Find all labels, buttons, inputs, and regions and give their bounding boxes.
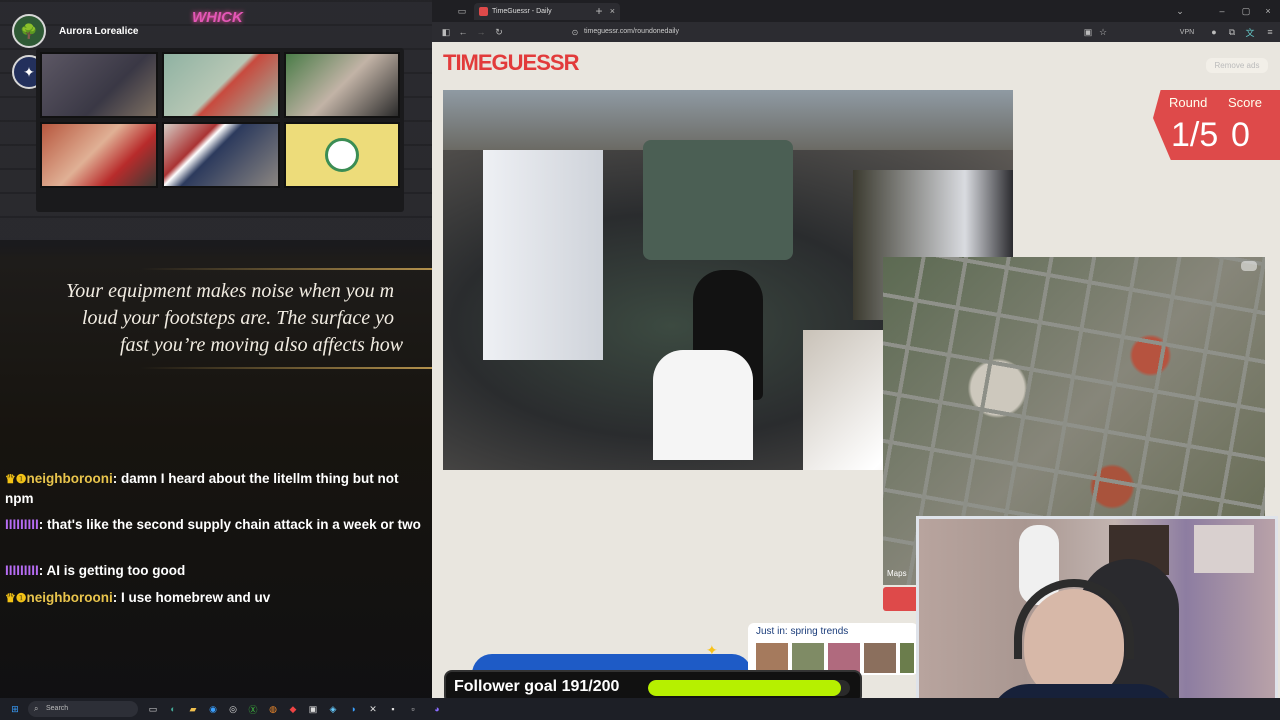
firefox-icon[interactable]: ◍ xyxy=(264,700,282,718)
url-field[interactable]: timeguessr.com/roundonedaily xyxy=(584,25,679,39)
app-icon[interactable]: ◑ xyxy=(344,700,362,718)
quote-line-1: Your equipment makes noise when you m xyxy=(66,280,395,302)
timeguessr-logo[interactable]: TIMEGUESSR xyxy=(443,50,579,76)
extensions-icon[interactable]: ⧉ xyxy=(1226,26,1238,38)
crown-badge-icon: ♛❶ xyxy=(5,591,27,605)
vpn-button[interactable]: VPN xyxy=(1172,26,1202,38)
ad-thumb[interactable] xyxy=(792,643,824,673)
camera-grid xyxy=(36,48,404,212)
follower-goal-track xyxy=(648,680,850,696)
score-value: 0 xyxy=(1231,116,1250,154)
username-aurora: Aurora Lorealice xyxy=(59,26,139,37)
chat-username: neighborooni xyxy=(26,590,113,605)
windows-start-icon[interactable]: ⊞ xyxy=(6,700,24,718)
app-icon[interactable]: ✕ xyxy=(364,700,382,718)
profile-icon[interactable]: ● xyxy=(1208,26,1220,38)
chat-username: IIIIIIIII xyxy=(5,563,39,578)
new-tab-icon[interactable]: + xyxy=(592,3,606,19)
quote-divider-bottom xyxy=(140,367,432,369)
poster xyxy=(1194,525,1254,573)
browser-titlebar: ▭ TimeGuessr - Daily × + ⌄ – ▢ × xyxy=(432,0,1280,22)
map-attribution: Maps xyxy=(887,569,907,578)
follower-goal-label: Follower goal 191/200 xyxy=(454,678,620,695)
loading-tip-quote: Your equipment makes noise when you m lo… xyxy=(0,278,432,368)
close-tab-icon[interactable]: × xyxy=(610,3,615,20)
reload-icon[interactable]: ↻ xyxy=(493,26,505,38)
ad-thumb[interactable] xyxy=(828,643,860,673)
close-window-icon[interactable]: × xyxy=(1262,4,1274,18)
ad-headline: Just in: spring trends xyxy=(756,626,849,637)
forward-arrow-icon[interactable]: → xyxy=(475,26,487,38)
address-bar-row: ◧ ← → ↻ ⊙ timeguessr.com/roundonedaily ▣… xyxy=(432,22,1280,42)
sidebar-toggle-icon[interactable]: ◧ xyxy=(440,26,452,38)
search-icon: ⌕ xyxy=(34,704,39,713)
app-icon[interactable]: ▪ xyxy=(384,700,402,718)
quote-divider-top xyxy=(140,268,432,270)
ad-card[interactable]: Just in: spring trends xyxy=(748,623,918,675)
camera-tile-1 xyxy=(40,52,158,118)
ad-thumb[interactable] xyxy=(864,643,896,673)
quote-line-3: fast you’re moving also affects how xyxy=(120,334,404,356)
chat-username: neighborooni xyxy=(26,471,113,486)
ad-thumb[interactable] xyxy=(756,643,788,673)
crown-badge-icon: ♛❶ xyxy=(5,472,27,486)
xbox-icon[interactable]: Ⓧ xyxy=(244,700,262,718)
screenshot-icon[interactable]: ▣ xyxy=(1082,26,1094,38)
chat-message: ♛❶neighborooni: damn I heard about the l… xyxy=(5,471,399,506)
camera-tile-3 xyxy=(284,52,400,118)
round-label: Round xyxy=(1169,95,1208,110)
camera-tile-4 xyxy=(40,122,158,188)
streamer-webcam xyxy=(916,516,1278,718)
ad-thumb[interactable] xyxy=(900,643,914,673)
minimize-icon[interactable]: – xyxy=(1216,4,1228,18)
camera-tile-2 xyxy=(162,52,280,118)
chat-username: IIIIIIIII xyxy=(5,517,39,532)
tab-title: TimeGuessr - Daily xyxy=(492,8,552,15)
steam-icon[interactable]: ◎ xyxy=(224,700,242,718)
taskbar-search-text: Search xyxy=(46,705,69,712)
chat-text: AI is getting too good xyxy=(43,563,186,578)
chat-message: IIIIIIIII: AI is getting too good xyxy=(5,563,186,578)
edge-icon[interactable]: ◉ xyxy=(204,700,222,718)
sparkle-icon: ✦ xyxy=(706,642,718,658)
taskbar-search[interactable]: ⌕ Search xyxy=(28,701,138,717)
back-arrow-icon[interactable]: ← xyxy=(457,26,469,38)
map-layer-icon[interactable] xyxy=(1241,261,1257,271)
file-explorer-icon[interactable]: ▰ xyxy=(184,700,202,718)
vpn-label: VPN xyxy=(1179,28,1195,36)
app-icon[interactable]: ▫ xyxy=(404,700,422,718)
app-icon[interactable]: ◈ xyxy=(324,700,342,718)
favicon-icon xyxy=(479,7,488,16)
round-value: 1/5 xyxy=(1171,116,1219,154)
app-icon[interactable]: ◕ xyxy=(428,700,446,718)
menu-icon[interactable]: ≡ xyxy=(1264,26,1276,38)
guess-button[interactable] xyxy=(883,587,919,611)
score-label: Score xyxy=(1228,95,1262,110)
chat-message: ♛❶neighborooni: I use homebrew and uv xyxy=(5,588,425,608)
chat-message: IIIIIIIII: that's like the second supply… xyxy=(5,517,421,532)
channel-logo: WHICK xyxy=(192,9,243,26)
snake-logo-icon xyxy=(325,138,359,172)
copilot-icon[interactable]: ◐ xyxy=(164,700,182,718)
quote-line-2: loud your footsteps are. The surface yo xyxy=(82,307,395,329)
maximize-icon[interactable]: ▢ xyxy=(1240,4,1252,18)
follower-goal-fill xyxy=(648,680,841,696)
chevron-down-icon[interactable]: ⌄ xyxy=(1174,4,1186,18)
translate-icon[interactable]: 文 xyxy=(1244,26,1256,38)
chat-text: I use homebrew and uv xyxy=(117,590,271,605)
app-icon[interactable]: ▣ xyxy=(304,700,322,718)
user-avatar-aurora: 🌳 xyxy=(12,14,46,48)
bookmark-star-icon[interactable]: ☆ xyxy=(1097,26,1109,38)
tab-list-icon[interactable]: ▭ xyxy=(456,5,468,17)
site-info-icon[interactable]: ⊙ xyxy=(570,26,580,38)
score-panel: Round Score 1/5 0 xyxy=(1153,90,1280,160)
windows-taskbar: ⊞ ⌕ Search ▭ ◐ ▰ ◉ ◎ Ⓧ ◍ ◆ ▣ ◈ ◑ ✕ ▪ ▫ ◕ xyxy=(0,698,1280,720)
remove-ads-button[interactable]: Remove ads xyxy=(1206,58,1268,73)
vivaldi-icon[interactable]: ◆ xyxy=(284,700,302,718)
chat-text: that's like the second supply chain atta… xyxy=(43,517,421,532)
stream-overlay-panel: 🌳 Aurora Lorealice ✦ jourdanworld WHICK … xyxy=(0,0,432,720)
camera-tile-6 xyxy=(284,122,400,188)
camera-tile-5 xyxy=(162,122,280,188)
task-view-icon[interactable]: ▭ xyxy=(144,700,162,718)
